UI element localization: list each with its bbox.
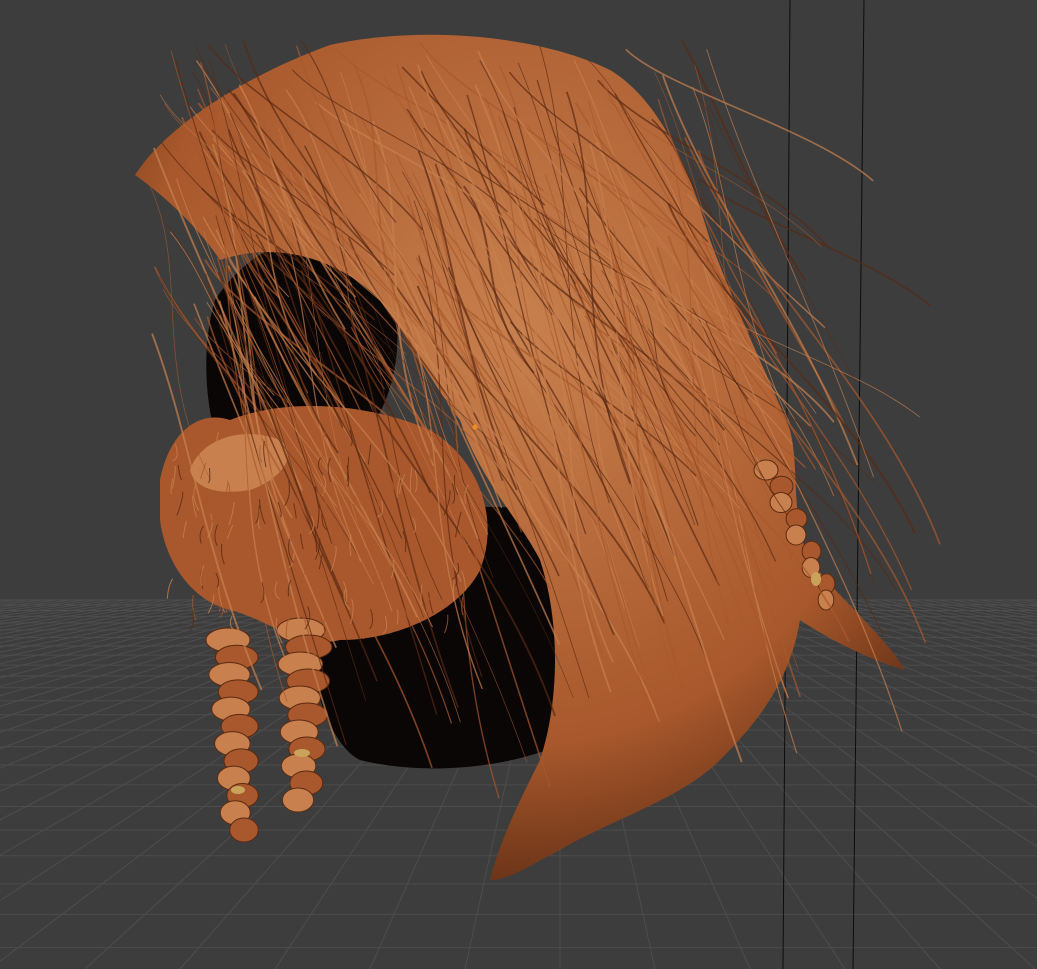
braid-segment: [229, 817, 259, 843]
guide-line-right: [852, 0, 865, 969]
braid-segment: [785, 524, 807, 546]
braid-bead-right: [294, 749, 310, 757]
braid-segment: [281, 787, 315, 813]
character-head-model[interactable]: [135, 34, 941, 880]
braid-bead-left: [231, 786, 245, 794]
3d-viewport[interactable]: [0, 0, 1037, 969]
object-origin-icon[interactable]: [472, 424, 478, 430]
braid-segment: [769, 492, 793, 513]
viewport-scene[interactable]: [0, 0, 1037, 969]
beard-curl: [166, 578, 174, 599]
hair-bead-back: [811, 572, 821, 586]
